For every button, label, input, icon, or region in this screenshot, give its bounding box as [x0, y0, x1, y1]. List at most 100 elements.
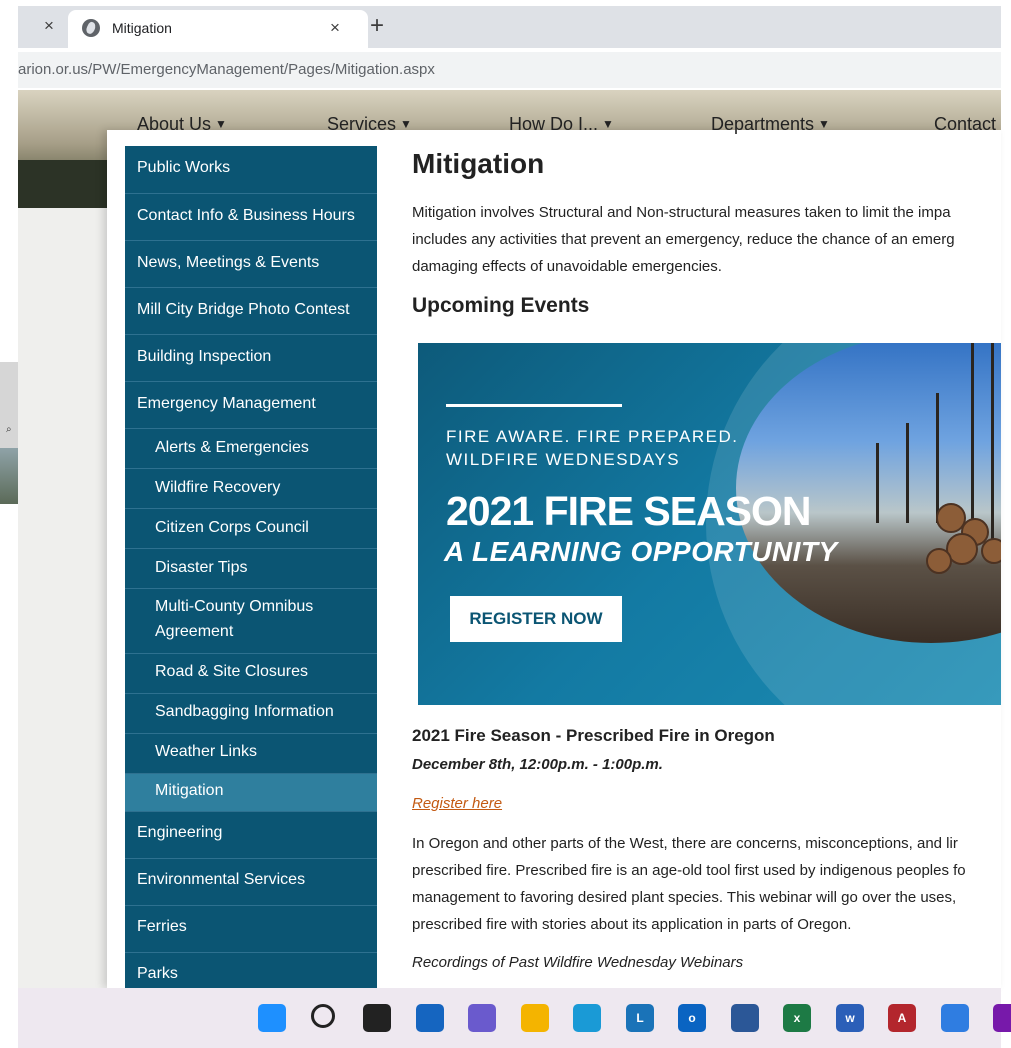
sidebar-item-engineering[interactable]: Engineering: [125, 812, 377, 859]
background-window-thumbnail: [0, 448, 18, 504]
nav-about-us[interactable]: About Us ▼: [137, 114, 227, 135]
caret-down-icon: ▼: [400, 117, 412, 131]
banner-headline: 2021 FIRE SEASON: [446, 488, 812, 534]
onenote-icon[interactable]: [993, 1004, 1011, 1032]
sidebar-item-omnibus-agreement[interactable]: Multi-County Omnibus Agreement: [125, 589, 377, 654]
event-description-line: prescribed fire with stories about its a…: [412, 916, 852, 933]
event-description-line: management to favoring desired plant spe…: [412, 889, 957, 906]
intro-line: includes any activities that prevent an …: [412, 231, 955, 248]
caret-down-icon: ▼: [818, 117, 830, 131]
task-view-icon[interactable]: [363, 1004, 391, 1032]
sidebar-item-label-line2: Agreement: [155, 623, 234, 640]
nav-how-do-i[interactable]: How Do I... ▼: [509, 114, 614, 135]
file-explorer-icon[interactable]: [521, 1004, 549, 1032]
tab-close-icon[interactable]: ×: [330, 18, 340, 38]
banner-subheadline: A LEARNING OPPORTUNITY: [444, 536, 838, 567]
sidebar-item-label: Parks: [137, 965, 178, 982]
address-bar[interactable]: arion.or.us/PW/EmergencyManagement/Pages…: [18, 52, 1001, 88]
recordings-heading: Recordings of Past Wildfire Wednesday We…: [412, 954, 744, 971]
sidebar-item-label: Disaster Tips: [155, 559, 248, 576]
register-now-button[interactable]: REGISTER NOW: [450, 596, 622, 642]
sidebar-item-label: News, Meetings & Events: [137, 254, 320, 271]
excel-icon-glyph: x: [793, 1011, 801, 1025]
sidebar-item-weather-links[interactable]: Weather Links: [125, 734, 377, 774]
sidebar-item-citizen-corps[interactable]: Citizen Corps Council: [125, 509, 377, 549]
l-app-icon-glyph: L: [636, 1011, 644, 1025]
sidebar-item-mitigation[interactable]: Mitigation: [125, 774, 377, 812]
sidebar-item-label: Weather Links: [155, 743, 257, 760]
sidebar-item-label: Mill City Bridge Photo Contest: [137, 301, 350, 318]
sidebar-item-label: Ferries: [137, 918, 187, 935]
widgets-icon[interactable]: [416, 1004, 444, 1032]
previous-tab-close-icon[interactable]: ×: [44, 16, 54, 36]
sidebar-item-label: Building Inspection: [137, 348, 272, 365]
sidebar-item-environmental-services[interactable]: Environmental Services: [125, 859, 377, 906]
sidebar-item-label: Mitigation: [155, 782, 224, 799]
windows-start-icon[interactable]: [258, 1004, 286, 1032]
header-hero-shadow: [18, 160, 108, 208]
event-description-line: In Oregon and other parts of the West, t…: [412, 835, 958, 852]
event-title: 2021 Fire Season - Prescribed Fire in Or…: [412, 726, 775, 745]
event-date: December 8th, 12:00p.m. - 1:00p.m.: [412, 756, 663, 773]
edge-icon[interactable]: [573, 1004, 601, 1032]
caret-down-icon: ▼: [215, 117, 227, 131]
l-app-icon[interactable]: L: [626, 1004, 654, 1032]
windows-taskbar: Lo x w A: [18, 988, 1011, 1048]
nav-about-us-label: About Us: [137, 114, 212, 134]
sidebar-item-road-closures[interactable]: Road & Site Closures: [125, 654, 377, 694]
browser-tab-bar: × Mitigation × +: [18, 6, 1001, 48]
sidebar-item-sandbagging[interactable]: Sandbagging Information: [125, 694, 377, 734]
upcoming-events-heading: Upcoming Events: [412, 294, 590, 317]
sidebar-item-wildfire-recovery[interactable]: Wildfire Recovery: [125, 469, 377, 509]
page-title: Mitigation: [412, 148, 545, 179]
nav-contact-label: Contact: [934, 114, 997, 134]
store-icon[interactable]: [731, 1004, 759, 1032]
banner-tagline: FIRE AWARE. FIRE PREPARED.: [446, 427, 739, 446]
nav-departments[interactable]: Departments ▼: [711, 114, 830, 135]
sidebar-item-alerts[interactable]: Alerts & Emergencies: [125, 429, 377, 469]
sidebar-item-public-works[interactable]: Public Works: [125, 146, 377, 194]
intro-line: Mitigation involves Structural and Non-s…: [412, 204, 951, 221]
sidebar-item-label: Citizen Corps Council: [155, 519, 309, 536]
outlook-icon-glyph: o: [688, 1011, 696, 1025]
sidebar-item-parks[interactable]: Parks: [125, 953, 377, 988]
sidebar-item-label: Engineering: [137, 824, 223, 841]
sidebar-item-ferries[interactable]: Ferries: [125, 906, 377, 953]
sidebar-item-label: Alerts & Emergencies: [155, 439, 309, 456]
sidebar-item-label: Multi-County Omnibus: [155, 598, 314, 615]
sidebar-item-label: Contact Info & Business Hours: [137, 207, 355, 224]
new-tab-button[interactable]: +: [370, 12, 384, 40]
word-icon[interactable]: w: [836, 1004, 864, 1032]
todo-icon[interactable]: [941, 1004, 969, 1032]
sidebar-item-label: Public Works: [137, 159, 231, 176]
sidebar-item-building-inspection[interactable]: Building Inspection: [125, 335, 377, 382]
chat-icon[interactable]: [468, 1004, 496, 1032]
nav-services[interactable]: Services ▼: [327, 114, 412, 135]
nav-departments-label: Departments: [711, 114, 815, 134]
sidebar-item-photo-contest[interactable]: Mill City Bridge Photo Contest: [125, 288, 377, 335]
search-icon[interactable]: [311, 1004, 335, 1028]
banner-divider-line: [446, 404, 622, 407]
intro-line: damaging effects of unavoidable emergenc…: [412, 258, 722, 275]
register-here-link[interactable]: Register here: [412, 795, 502, 812]
globe-icon: [82, 19, 100, 37]
outlook-icon[interactable]: o: [678, 1004, 706, 1032]
tab-mitigation[interactable]: Mitigation ×: [68, 10, 368, 48]
excel-icon[interactable]: x: [783, 1004, 811, 1032]
top-navigation: About Us ▼ Services ▼ How Do I... ▼ Departm…: [107, 104, 1001, 146]
sidebar-item-emergency-management[interactable]: Emergency Management: [125, 382, 377, 429]
sidebar-item-contact-info[interactable]: Contact Info & Business Hours: [125, 194, 377, 241]
nav-contact[interactable]: Contact: [934, 114, 996, 135]
fire-season-banner[interactable]: FIRE AWARE. FIRE PREPARED. WILDFIRE WEDN…: [418, 343, 1001, 705]
sidebar-item-label: Environmental Services: [137, 871, 306, 888]
nav-services-label: Services: [327, 114, 397, 134]
sidebar-item-news-meetings[interactable]: News, Meetings & Events: [125, 241, 377, 288]
access-icon[interactable]: A: [888, 1004, 916, 1032]
sidebar-item-disaster-tips[interactable]: Disaster Tips: [125, 549, 377, 589]
banner-series-name: WILDFIRE WEDNESDAYS: [446, 450, 681, 469]
nav-how-do-i-label: How Do I...: [509, 114, 599, 134]
url-text: arion.or.us/PW/EmergencyManagement/Pages…: [18, 61, 435, 78]
sidebar-item-label: Road & Site Closures: [155, 663, 308, 680]
sidebar-item-label: Wildfire Recovery: [155, 479, 281, 496]
tab-title: Mitigation: [112, 20, 172, 36]
